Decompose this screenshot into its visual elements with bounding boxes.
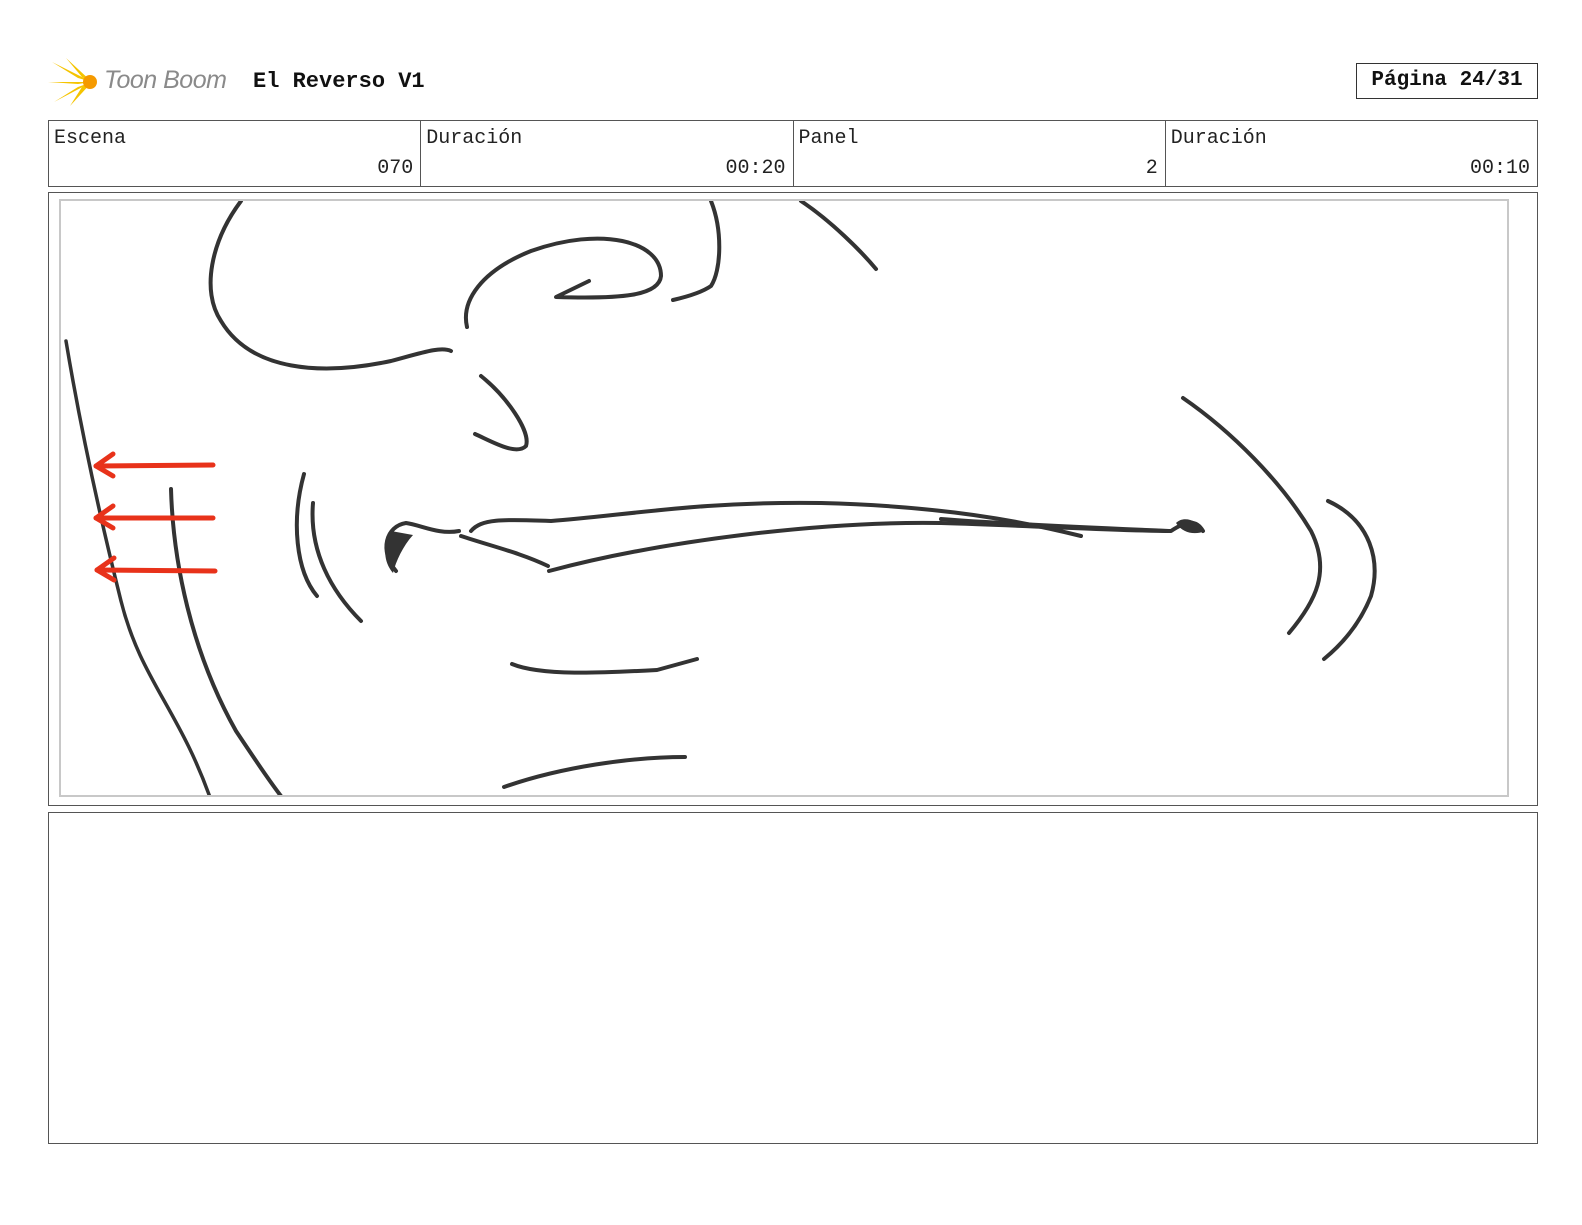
scene-info-table: Escena 070 Duración 00:20 Panel 2 Duraci… — [48, 120, 1538, 187]
sketch-mouth-corner-fill — [385, 531, 413, 573]
sketch-nose-right — [671, 201, 722, 302]
storyboard-panel — [48, 192, 1538, 806]
scene-label: Escena — [54, 127, 127, 150]
project-title: El Reverso V1 — [253, 69, 425, 94]
sketch-jaw-line — [169, 487, 283, 795]
panel-duration-value: 00:10 — [1469, 157, 1530, 180]
panel-duration-cell: Duración 00:10 — [1166, 121, 1537, 186]
panel-cell: Panel 2 — [794, 121, 1166, 186]
sketch-lower-lip-a — [459, 534, 550, 568]
sketch-cheek-right-inner — [1322, 499, 1377, 661]
scene-duration-label: Duración — [426, 127, 523, 150]
sketch-ear-outer — [208, 201, 453, 371]
sketch-nose-curl — [464, 236, 663, 329]
sketch-lip-corner-fill — [1176, 519, 1205, 534]
sketch-brow-stroke — [799, 201, 878, 271]
sketch-cheek-right-outer — [1181, 396, 1323, 635]
panel-drawing-area — [59, 199, 1509, 797]
logo-wordmark: Toon Boom — [104, 66, 227, 94]
face-sketch — [64, 201, 1377, 795]
page-number-box: Página 24/31 — [1356, 63, 1538, 99]
sketch-chin-line-1 — [510, 657, 699, 675]
scene-value: 070 — [377, 157, 414, 180]
panel-value: 2 — [1145, 157, 1158, 180]
scene-duration-value: 00:20 — [725, 157, 786, 180]
sketch-cheek-line-2 — [310, 501, 363, 623]
panel-notes-box — [48, 812, 1538, 1144]
sketch-nostril — [473, 374, 529, 452]
starburst-icon — [48, 58, 97, 106]
motion-arrow-1 — [93, 451, 216, 479]
motion-arrow-2 — [93, 503, 216, 531]
sketch-chin-line-2 — [502, 755, 687, 789]
panel-duration-label: Duración — [1170, 127, 1267, 150]
page-header: Toon Boom El Reverso V1 Página 24/31 — [48, 56, 1538, 108]
scene-duration-cell: Duración 00:20 — [421, 121, 794, 186]
panel-label: Panel — [798, 127, 859, 150]
scene-cell: Escena 070 — [49, 121, 422, 186]
toon-boom-logo: Toon Boom — [48, 56, 238, 108]
